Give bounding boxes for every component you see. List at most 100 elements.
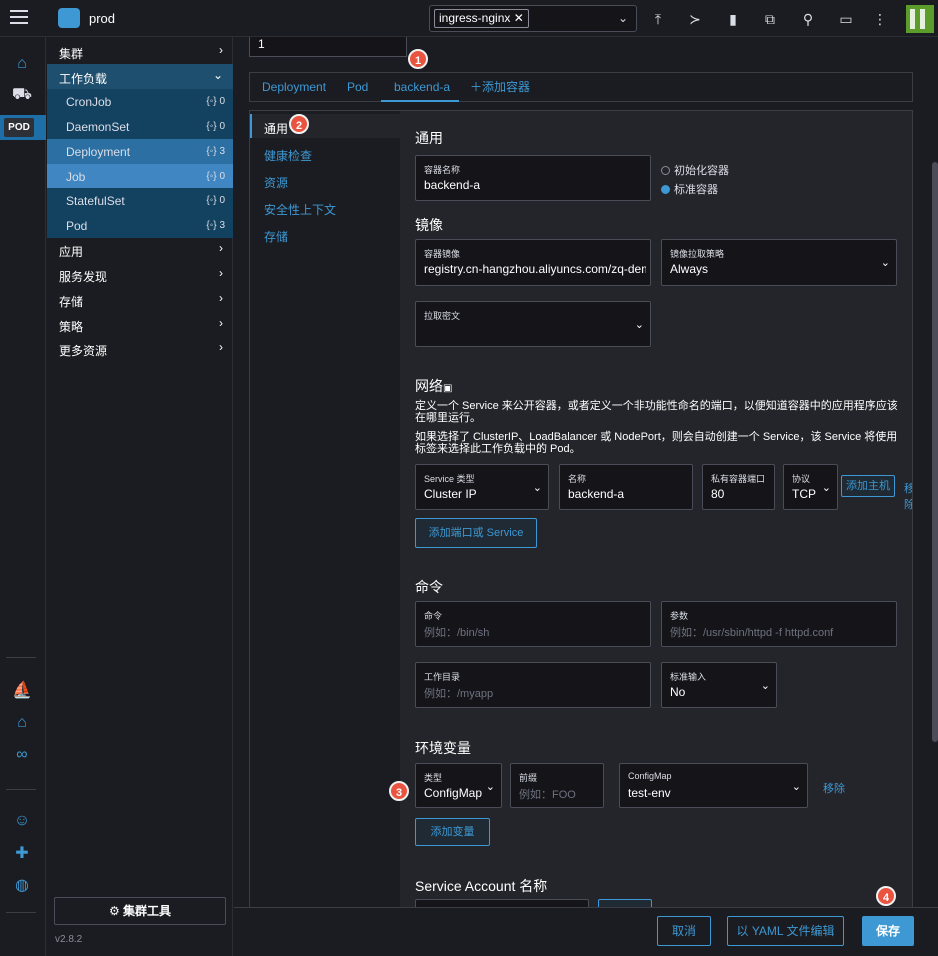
env-title: 环境变量: [415, 740, 471, 756]
nav-job[interactable]: Job {◦} 0: [47, 164, 233, 189]
namespace-select[interactable]: ingress-nginx ✕ ⌄: [429, 5, 637, 32]
icon-rail: ⌂ ⛟ POD ⛵ ⌂ ∞ ☺ ✚ ◍ 简介: [0, 37, 46, 956]
save-button[interactable]: 保存: [862, 916, 914, 946]
port-name-field[interactable]: 名称 backend-a: [559, 464, 693, 510]
section-resources[interactable]: 资源: [264, 174, 288, 191]
helm-icon[interactable]: ⛵: [11, 680, 33, 702]
nav-statefulset[interactable]: StatefulSet {◦} 0: [47, 188, 233, 213]
file-icon[interactable]: ▮: [723, 9, 743, 29]
stdin-select[interactable]: 标准输入 No ⌄: [661, 662, 777, 708]
section-content: 通用 容器名称 backend-a 初始化容器 标准容器 镜像 容器镜像 reg…: [400, 111, 912, 909]
menu-icon[interactable]: [10, 10, 28, 26]
plus-icon: ＋: [470, 80, 483, 94]
rail-divider: [6, 789, 36, 790]
avatar[interactable]: [906, 5, 934, 33]
add-host-button[interactable]: 添加主机: [841, 475, 895, 497]
env-type-select[interactable]: 类型 ConfigMap ⌄: [415, 763, 502, 808]
chevron-down-icon: ⌄: [791, 781, 801, 793]
service-type-select[interactable]: Service 类型 Cluster IP ⌄: [415, 464, 549, 510]
scrollbar[interactable]: [932, 162, 938, 742]
network-title: 网络▣: [415, 378, 453, 394]
configmap-select[interactable]: ConfigMap test-env ⌄: [619, 763, 808, 808]
cluster-logo-icon: [58, 8, 80, 28]
chevron-right-icon: ›: [219, 316, 223, 330]
chevron-right-icon: ›: [219, 43, 223, 57]
nav-daemonset[interactable]: DaemonSet {◦} 0: [47, 114, 233, 139]
fleet-icon[interactable]: ⌂: [11, 712, 33, 734]
section-health-check[interactable]: 健康检查: [264, 147, 312, 164]
nav-storage[interactable]: 存储 ›: [47, 287, 233, 312]
pod-badge[interactable]: POD: [4, 118, 34, 137]
nav-workload[interactable]: 工作负载 ⌄: [47, 64, 233, 89]
harvester-icon[interactable]: ∞: [11, 744, 33, 766]
book-icon[interactable]: ▭: [836, 9, 856, 29]
image-field[interactable]: 容器镜像 registry.cn-hangzhou.aliyuncs.com/z…: [415, 239, 651, 286]
version-label: v2.8.2: [55, 934, 83, 945]
container-name-field[interactable]: 容器名称 backend-a: [415, 155, 651, 201]
nav-cluster[interactable]: 集群 ›: [47, 39, 233, 64]
add-container-button[interactable]: ＋添加容器: [470, 73, 530, 102]
replicas-field[interactable]: 1: [249, 37, 407, 57]
cluster-icon[interactable]: ⛟: [11, 84, 33, 106]
container-port-field[interactable]: 私有容器端口 80: [702, 464, 775, 510]
section-nav: 通用 健康检查 资源 安全性上下文 存储: [250, 111, 400, 909]
nav-apps[interactable]: 应用 ›: [47, 237, 233, 262]
container-tabs: Deployment Pod backend-a ＋添加容器: [249, 72, 913, 102]
nav-pod[interactable]: Pod {◦} 3: [47, 213, 233, 238]
more-vert-icon[interactable]: ⋮: [870, 9, 890, 29]
globe-icon[interactable]: ◍: [11, 875, 33, 897]
top-bar: prod ingress-nginx ✕ ⌄ ⤒ ≻ ▮ ⧉ ⚲ ▭ ⋮: [0, 0, 938, 37]
radio-standard-container[interactable]: 标准容器: [661, 181, 718, 197]
service-account-title: Service Account 名称: [415, 878, 548, 894]
nav-more-resources[interactable]: 更多资源 ›: [47, 336, 233, 361]
add-port-button[interactable]: 添加端口或 Service: [415, 518, 537, 548]
section-general[interactable]: 通用: [264, 120, 288, 137]
extension-icon[interactable]: ✚: [11, 843, 33, 865]
chevron-down-icon: ⌄: [880, 257, 890, 269]
chevron-right-icon: ›: [219, 241, 223, 255]
search-icon[interactable]: ⚲: [798, 9, 818, 29]
copy-icon[interactable]: ⧉: [760, 9, 780, 29]
pull-policy-select[interactable]: 镜像拉取策略 Always ⌄: [661, 239, 897, 286]
cluster-tools-button[interactable]: ⚙ 集群工具: [54, 897, 226, 925]
cancel-button[interactable]: 取消: [657, 916, 711, 946]
network-desc-2: 如果选择了 ClusterIP、LoadBalancer 或 NodePort，…: [415, 431, 898, 455]
tab-active-indicator: [381, 100, 459, 102]
command-field[interactable]: 命令 例如：/bin/sh: [415, 601, 651, 647]
radio-init-container[interactable]: 初始化容器: [661, 162, 729, 178]
chevron-right-icon: ›: [219, 266, 223, 280]
tab-backend-a[interactable]: backend-a: [394, 73, 450, 102]
env-prefix-field[interactable]: 前缀 例如：FOO: [510, 763, 604, 808]
args-field[interactable]: 参数 例如：/usr/sbin/httpd -f httpd.conf: [661, 601, 897, 647]
edit-yaml-button[interactable]: 以 YAML 文件编辑: [727, 916, 844, 946]
pull-secret-select[interactable]: 拉取密文 ⌄: [415, 301, 651, 347]
terminal-icon[interactable]: ≻: [685, 9, 705, 29]
namespace-chip[interactable]: ingress-nginx ✕: [434, 9, 529, 28]
marker-1: 1: [408, 49, 428, 69]
nav-deployment[interactable]: Deployment {◦} 3: [47, 139, 233, 164]
tab-pod[interactable]: Pod: [347, 73, 368, 102]
tab-deployment[interactable]: Deployment: [262, 73, 326, 102]
home-icon[interactable]: ⌂: [11, 53, 33, 75]
general-title: 通用: [415, 130, 443, 146]
chevron-down-icon: ⌄: [532, 482, 542, 494]
add-variable-button[interactable]: 添加变量: [415, 818, 490, 846]
chevron-down-icon[interactable]: ⌄: [618, 11, 628, 25]
gear-icon: ⚙: [108, 904, 120, 918]
remove-port-link[interactable]: 移除: [904, 480, 912, 512]
section-security-context[interactable]: 安全性上下文: [264, 201, 336, 218]
remove-env-link[interactable]: 移除: [823, 780, 845, 796]
side-nav: 集群 › 工作负载 ⌄ CronJob {◦} 0 DaemonSet {◦} 0 De…: [47, 37, 233, 956]
protocol-select[interactable]: 协议 TCP ⌄: [783, 464, 838, 510]
marker-3: 3: [389, 781, 409, 801]
upload-icon[interactable]: ⤒: [648, 9, 668, 29]
rail-divider: [6, 912, 36, 913]
workdir-field[interactable]: 工作目录 例如：/myapp: [415, 662, 651, 708]
close-icon[interactable]: ✕: [514, 11, 524, 25]
nav-policy[interactable]: 策略 ›: [47, 312, 233, 337]
nav-service-discovery[interactable]: 服务发现 ›: [47, 262, 233, 287]
chevron-right-icon: ›: [219, 340, 223, 354]
nav-cronjob[interactable]: CronJob {◦} 0: [47, 89, 233, 114]
section-storage[interactable]: 存储: [264, 228, 288, 245]
user-icon[interactable]: ☺: [11, 810, 33, 832]
